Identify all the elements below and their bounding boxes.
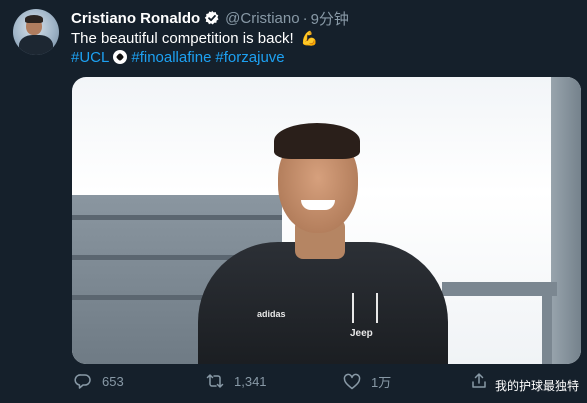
timestamp[interactable]: 9分钟 <box>311 8 349 29</box>
tweet-header: Cristiano Ronaldo @Cristiano · 9分钟 <box>71 8 349 28</box>
avatar-hair <box>25 15 43 23</box>
avatar[interactable] <box>13 9 59 55</box>
player-smile <box>301 200 335 210</box>
background-pillar <box>551 77 581 364</box>
adidas-logo: adidas <box>257 309 286 319</box>
verified-badge-icon <box>204 10 220 26</box>
heart-icon <box>343 373 361 389</box>
like-button[interactable]: 1万 <box>343 372 391 391</box>
retweet-icon <box>206 374 224 388</box>
share-button[interactable] <box>470 372 498 390</box>
handle[interactable]: @Cristiano <box>225 10 299 27</box>
avatar-body <box>19 35 53 55</box>
soccer-ball-icon <box>113 50 128 64</box>
building-stripe <box>72 215 282 220</box>
player-hair <box>274 123 360 159</box>
display-name[interactable]: Cristiano Ronaldo <box>71 10 200 27</box>
retweet-button[interactable]: 1,341 <box>206 372 267 390</box>
hashtag-finoallafine[interactable]: #finoallafine <box>131 49 211 66</box>
player-shirt <box>198 242 448 364</box>
hashtag-ucl[interactable]: #UCL <box>71 49 109 66</box>
tweet-text-line: The beautiful competition is back! 💪 <box>71 30 318 47</box>
watermark: 我的护球最独特 <box>494 379 579 393</box>
like-count: 1万 <box>371 375 392 390</box>
tweet-photo[interactable]: adidas Jeep <box>72 77 581 364</box>
tweet: Cristiano Ronaldo @Cristiano · 9分钟 The b… <box>0 0 587 403</box>
retweet-count: 1,341 <box>234 373 267 389</box>
background-railing <box>442 282 557 296</box>
hashtag-forzajuve[interactable]: #forzajuve <box>215 49 284 66</box>
separator-dot: · <box>302 9 308 27</box>
flexed-biceps-emoji: 💪 <box>300 30 319 46</box>
jeep-sponsor-logo: Jeep <box>350 328 373 339</box>
share-icon <box>472 373 486 388</box>
juventus-crest-icon <box>352 293 378 323</box>
hashtags: #UCL #finoallafine #forzajuve <box>71 49 289 66</box>
reply-icon <box>74 374 91 389</box>
reply-count: 653 <box>102 373 124 389</box>
background-post <box>542 282 552 364</box>
tweet-text: The beautiful competition is back! <box>71 30 294 47</box>
reply-button[interactable]: 653 <box>74 372 124 390</box>
